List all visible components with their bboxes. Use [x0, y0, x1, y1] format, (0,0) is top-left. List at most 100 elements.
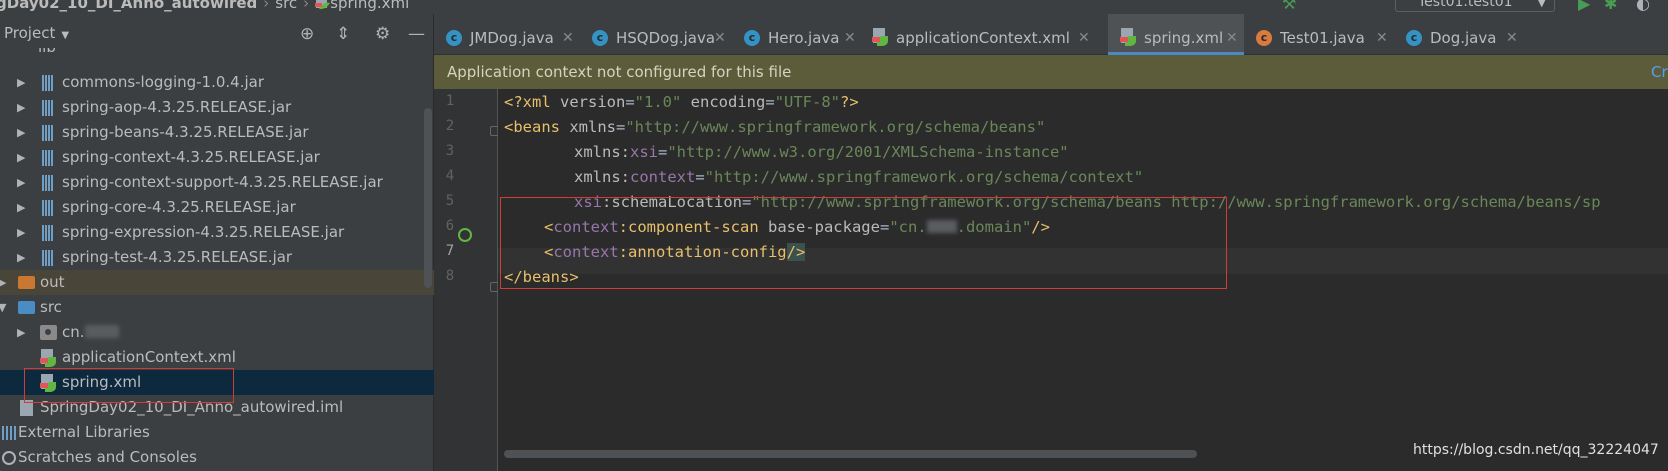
tree-item-out[interactable]: ▶ out [0, 270, 434, 295]
code-line-5[interactable]: xsi:schemaLocation="http://www.springfra… [574, 189, 1601, 215]
tab-applicationcontext[interactable]: applicationContext.xml ✕ [860, 14, 1110, 54]
tree-item-jar[interactable]: ▶ spring-context-4.3.25.RELEASE.jar [0, 145, 434, 170]
jar-icon [42, 250, 53, 266]
tree-item-label: lib [38, 48, 56, 60]
jar-icon [42, 225, 53, 241]
tree-item-label: spring-aop-4.3.25.RELEASE.jar [62, 98, 292, 116]
chevron-right-icon[interactable]: ▶ [17, 220, 25, 245]
tree-item-label: spring-expression-4.3.25.RELEASE.jar [62, 223, 345, 241]
run-configuration-label: Test01.test01 [1418, 0, 1513, 10]
tab-hsqdog[interactable]: c HSQDog.java ✕ [580, 14, 732, 54]
tab-hero[interactable]: c Hero.java ✕ [732, 14, 880, 54]
tree-item-jar[interactable]: ▶ spring-core-4.3.25.RELEASE.jar [0, 195, 434, 220]
chevron-right-icon[interactable]: ▶ [17, 245, 25, 270]
banner-message: Application context not configured for t… [447, 63, 792, 81]
spring-bean-gutter-icon[interactable] [458, 228, 472, 242]
project-panel-header: Project ▼ ⊕ ⇕ ⚙ — [0, 22, 434, 46]
chevron-right-icon[interactable]: ▶ [0, 270, 6, 295]
chevron-right-icon[interactable]: ▶ [17, 320, 25, 345]
minimize-icon[interactable]: — [408, 24, 425, 44]
tree-item-package[interactable]: ▶ cn. [0, 320, 434, 345]
chevron-right-icon[interactable]: ▶ [17, 145, 25, 170]
code-line-7[interactable]: <context:annotation-config/> [544, 239, 806, 265]
breadcrumb-project[interactable]: gDay02_10_DI_Anno_autowired [0, 0, 257, 12]
build-hammer-icon[interactable]: ⚒ [1282, 0, 1296, 13]
breadcrumb-separator: › [303, 0, 310, 12]
tree-item-iml[interactable]: SpringDay02_10_DI_Anno_autowired.iml [0, 395, 434, 420]
breadcrumb: gDay02_10_DI_Anno_autowired › src › spring.x… [0, 0, 409, 12]
project-view-selector[interactable]: Project ▼ [4, 24, 69, 42]
tree-item-jar[interactable]: ▶ spring-test-4.3.25.RELEASE.jar [0, 245, 434, 270]
tree-item-src[interactable]: ▼ src [0, 295, 434, 320]
tree-item-external-libraries[interactable]: External Libraries [0, 420, 434, 445]
code-line-1[interactable]: <?xml version="1.0" encoding="UTF-8"?> [504, 89, 859, 115]
editor-gutter[interactable]: 1 2 3 4 5 6 7 8 [434, 89, 498, 471]
line-number: 1 [445, 93, 455, 109]
gear-icon[interactable]: ⚙ [375, 24, 390, 44]
tree-item-xml-selected[interactable]: spring.xml [0, 370, 434, 395]
banner-action-link[interactable]: Cr [1651, 63, 1668, 81]
tree-item-lib[interactable]: lib [0, 48, 434, 60]
project-scrollbar[interactable] [424, 108, 432, 288]
code-line-4[interactable]: xmlns:context="http://www.springframewor… [574, 164, 1143, 190]
code-line-8[interactable]: </beans> [504, 264, 579, 290]
chevron-right-icon[interactable]: ▶ [17, 120, 25, 145]
spring-xml-icon [872, 28, 888, 46]
chevron-down-icon[interactable]: ▼ [0, 295, 6, 320]
line-number: 5 [445, 193, 455, 209]
coverage-icon[interactable]: ◐ [1636, 0, 1650, 13]
class-icon: c [592, 30, 608, 46]
spring-xml-icon [40, 374, 56, 392]
debug-icon[interactable]: ✱ [1604, 0, 1617, 13]
class-icon: c [1406, 30, 1422, 46]
editor-tab-bar: c JMDog.java ✕ c HSQDog.java ✕ c Hero.ja… [434, 14, 1668, 55]
jar-icon [42, 75, 53, 91]
tree-item-xml[interactable]: applicationContext.xml [0, 345, 434, 370]
line-number: 4 [445, 168, 455, 184]
code-editor[interactable]: <?xml version="1.0" encoding="UTF-8"?> <… [498, 89, 1668, 471]
breadcrumb-separator: › [263, 0, 270, 12]
run-configuration-selector[interactable]: Test01.test01 ▼ [1395, 0, 1555, 12]
library-icon [2, 426, 16, 440]
class-icon: c [446, 30, 462, 46]
code-line-6[interactable]: <context:component-scan base-package="cn… [544, 214, 1050, 240]
breadcrumb-file[interactable]: spring.xml [330, 0, 409, 12]
run-icon[interactable]: ▶ [1578, 0, 1590, 13]
tree-item-jar[interactable]: ▶ spring-expression-4.3.25.RELEASE.jar [0, 220, 434, 245]
breadcrumb-folder[interactable]: src [275, 0, 297, 12]
class-icon: c [744, 30, 760, 46]
tree-item-jar[interactable]: ▶ spring-beans-4.3.25.RELEASE.jar [0, 120, 434, 145]
tree-item-label: spring-core-4.3.25.RELEASE.jar [62, 198, 296, 216]
notification-banner: Application context not configured for t… [434, 55, 1668, 89]
tab-jmdog[interactable]: c JMDog.java ✕ [434, 14, 580, 54]
chevron-right-icon[interactable]: ▶ [17, 195, 25, 220]
redacted-text [926, 220, 957, 233]
collapse-all-icon[interactable]: ⇕ [336, 24, 350, 44]
tree-item-label: out [40, 273, 65, 291]
tree-item-scratches[interactable]: Scratches and Consoles [0, 445, 434, 470]
editor-horizontal-scrollbar[interactable] [504, 450, 1197, 458]
jar-icon [42, 200, 53, 216]
code-line-3[interactable]: xmlns:xsi="http://www.w3.org/2001/XMLSch… [574, 139, 1069, 165]
code-line-2[interactable]: <beans xmlns="http://www.springframework… [504, 114, 1045, 140]
tree-item-jar[interactable]: ▶ spring-context-support-4.3.25.RELEASE.… [0, 170, 434, 195]
test-class-icon: c [1256, 30, 1272, 46]
line-number-current: 7 [445, 243, 455, 259]
tab-dog[interactable]: c Dog.java ✕ [1394, 14, 1524, 54]
tree-item-jar[interactable]: ▶ spring-aop-4.3.25.RELEASE.jar [0, 95, 434, 120]
line-number: 8 [445, 268, 455, 284]
excluded-folder-icon [18, 276, 35, 289]
tab-spring-xml[interactable]: spring.xml ✕ [1108, 14, 1244, 55]
tab-test01[interactable]: c Test01.java ✕ [1244, 14, 1394, 54]
chevron-right-icon[interactable]: ▶ [17, 95, 25, 120]
chevron-right-icon[interactable]: ▶ [17, 170, 25, 195]
tree-item-label: SpringDay02_10_DI_Anno_autowired.iml [40, 398, 344, 416]
chevron-right-icon[interactable]: ▶ [17, 70, 25, 95]
spring-xml-icon [40, 349, 56, 367]
locate-target-icon[interactable]: ⊕ [300, 24, 314, 44]
tree-item-label: Scratches and Consoles [18, 448, 197, 466]
package-icon [40, 325, 57, 340]
jar-icon [42, 150, 53, 166]
redacted-text [84, 325, 119, 338]
tree-item-jar[interactable]: ▶ commons-logging-1.0.4.jar [0, 70, 434, 95]
